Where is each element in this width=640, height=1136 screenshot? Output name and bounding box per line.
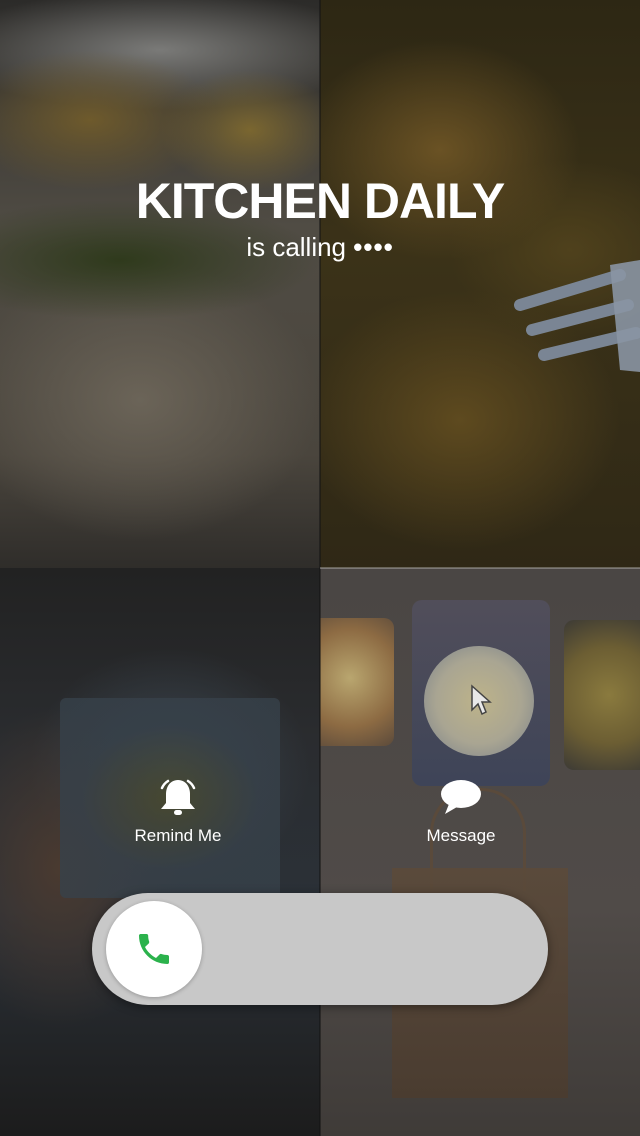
call-status: is calling •••• <box>0 232 640 263</box>
answer-slider-knob[interactable] <box>106 901 202 997</box>
background-photo-plate <box>0 0 320 568</box>
background-photo-app-and-bag <box>320 568 640 1136</box>
remind-me-label: Remind Me <box>134 826 222 845</box>
remind-me-button[interactable]: Remind Me <box>88 776 268 846</box>
recipe-thumbnail-3 <box>564 620 640 770</box>
message-label: Message <box>426 826 496 845</box>
collage-divider-horizontal <box>320 567 640 569</box>
caller-name: KITCHEN DAILY <box>135 173 506 229</box>
background-photo-packaged-meal <box>0 568 320 1136</box>
background-photo-rice <box>320 0 640 568</box>
answer-slider-track[interactable] <box>92 893 548 1005</box>
cursor-icon <box>471 684 492 716</box>
recipe-thumbnail-1 <box>320 618 394 746</box>
phone-icon <box>139 934 169 964</box>
bell-icon <box>160 779 196 815</box>
message-button[interactable]: Message <box>371 776 551 846</box>
calling-dots: •••• <box>353 232 394 262</box>
recipe-thumbnail-2 <box>412 600 550 786</box>
speech-bubble-icon <box>441 780 481 814</box>
call-status-text: is calling <box>246 232 347 262</box>
